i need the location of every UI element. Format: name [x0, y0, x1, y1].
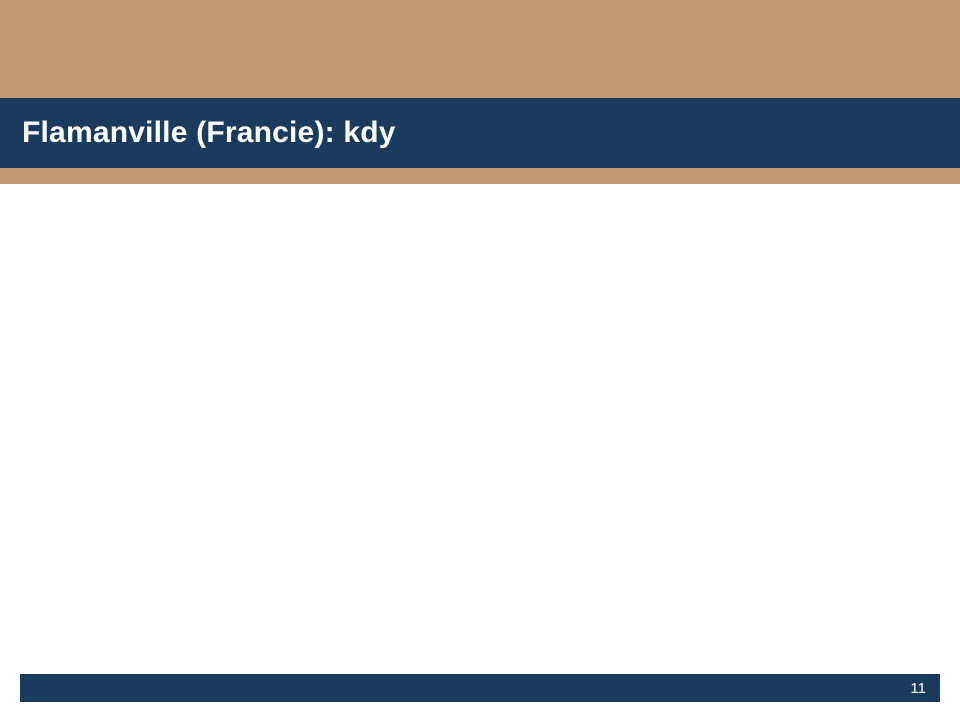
slide-container: Flamanville (Francie): kdy 11 — [0, 0, 960, 716]
slide-content-area — [0, 184, 960, 674]
title-band: Flamanville (Francie): kdy — [0, 98, 960, 168]
footer-bar: 11 — [20, 674, 940, 702]
top-decorative-band — [0, 0, 960, 98]
thin-decorative-band — [0, 168, 960, 184]
slide-title: Flamanville (Francie): kdy — [0, 116, 396, 150]
page-number: 11 — [910, 680, 926, 697]
